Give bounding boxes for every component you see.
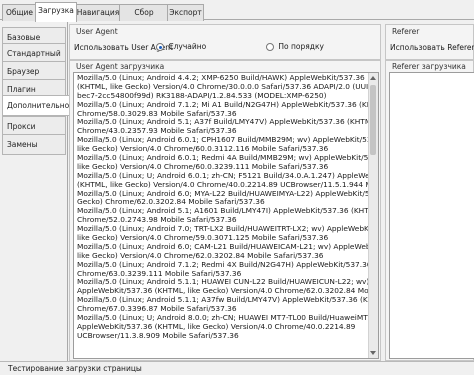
tab-navigation[interactable]: Навигация (75, 4, 121, 21)
page-load-test-label[interactable]: Тестирование загрузки страницы (8, 364, 142, 373)
user-agent-group-title: User Agent (76, 27, 118, 36)
scroll-thumb[interactable] (370, 85, 376, 155)
ua-random-option[interactable]: Случайно (156, 42, 206, 51)
side-tab-panel: Базовые Стандартный Браузер Плагин Допол… (0, 21, 69, 361)
ua-line: UCBrowser/11.3.8.909 Mobile Safari/537.3… (77, 330, 239, 340)
referer-loader-group: Referer загрузчика (385, 60, 474, 361)
referer-list-textarea[interactable] (389, 72, 474, 359)
side-tab-advanced[interactable]: Дополнительно (2, 95, 69, 116)
ua-loader-group: User Agent загрузчика Mozilla/5.0 (Linux… (69, 60, 381, 361)
tab-data-collection[interactable]: Сбор данных (119, 4, 169, 32)
ua-lines-container: Mozilla/5.0 (Linux; Android 4.4.2; XMP-6… (74, 73, 378, 341)
ua-list-scrollbar[interactable] (368, 73, 378, 358)
tab-general[interactable]: Общие (2, 4, 37, 21)
top-tab-bar: Общие Загрузка Навигация Сбор данных Экс… (0, 0, 474, 32)
ua-order-option[interactable]: По порядку (266, 42, 324, 51)
ua-loader-label: User Agent загрузчика (76, 62, 165, 71)
referer-group: Referer Использовать Referer (385, 24, 474, 60)
ua-order-label: По порядку (278, 42, 324, 51)
referer-group-title: Referer (392, 27, 420, 36)
referer-loader-label: Referer загрузчика (392, 62, 466, 71)
user-agent-group: User Agent Использовать User Agent Случа… (69, 24, 381, 60)
bottom-bar: Тестирование загрузки страницы (0, 361, 474, 375)
side-tab-replacements[interactable]: Замены (2, 134, 66, 155)
scroll-up-icon[interactable] (370, 76, 376, 80)
tab-export[interactable]: Экспорт (167, 4, 204, 21)
tab-loading[interactable]: Загрузка (35, 2, 77, 22)
ua-list-textarea[interactable]: Mozilla/5.0 (Linux; Android 4.4.2; XMP-6… (73, 72, 379, 359)
use-referer-label: Использовать Referer (390, 43, 474, 52)
ua-random-label: Случайно (168, 42, 207, 51)
scroll-down-icon[interactable] (370, 351, 376, 355)
ua-random-radio[interactable] (156, 43, 164, 51)
ua-order-radio[interactable] (266, 43, 274, 51)
